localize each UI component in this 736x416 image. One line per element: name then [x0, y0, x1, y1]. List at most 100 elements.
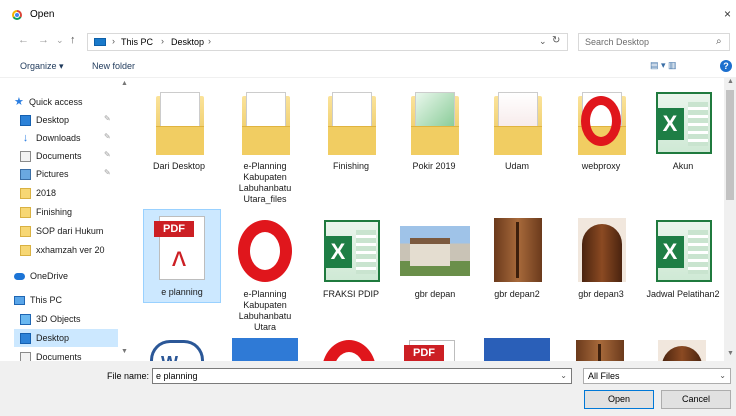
desktop-icon	[20, 114, 31, 126]
folder-icon	[20, 206, 31, 218]
nav-item-quick-access[interactable]: ★ Quick access	[14, 93, 118, 111]
file-item-gbr-depan[interactable]: gbr depan	[396, 212, 474, 300]
back-icon[interactable]: ←	[18, 34, 29, 46]
folder-icon	[328, 92, 376, 155]
nav-item-finishing[interactable]: Finishing	[20, 203, 118, 221]
pin-icon: ✎	[104, 168, 111, 177]
toolbar: Organize ▾ New folder ▤ ▾ ▥	[0, 56, 736, 78]
file-name-input[interactable]: e planning ⌄	[152, 368, 572, 384]
pictures-icon	[20, 168, 31, 180]
computer-icon	[14, 295, 25, 305]
file-item-jadwal-pelatihan2[interactable]: X Jadwal Pelatihan2	[644, 212, 722, 300]
cancel-button[interactable]: Cancel	[661, 390, 731, 409]
image-thumbnail	[578, 218, 626, 282]
nav-item-3d-objects[interactable]: 3D Objects	[20, 310, 118, 328]
new-folder-button[interactable]: New folder	[92, 61, 135, 71]
nav-item-this-pc[interactable]: This PC	[14, 291, 118, 309]
address-bar[interactable]: › This PC › Desktop › ⌄ ↻	[87, 33, 568, 51]
scroll-up-icon[interactable]: ▲	[727, 78, 734, 85]
file-list-scrollbar[interactable]: ▲ ▼	[724, 78, 736, 361]
file-item-udam[interactable]: Udam	[478, 84, 556, 172]
file-item-photo-4[interactable]	[562, 334, 640, 361]
help-icon[interactable]: ?	[720, 60, 732, 72]
excel-icon: X	[656, 92, 712, 154]
file-item-eplanning-opera[interactable]: e-Planning Kabupaten Labuhanbatu Utara	[226, 212, 304, 333]
opera-icon	[322, 340, 376, 361]
file-type-select[interactable]: All Files ⌄	[583, 368, 731, 384]
scroll-up-icon[interactable]: ▲	[121, 80, 128, 87]
nav-item-documents-pc[interactable]: Documents	[20, 348, 118, 361]
folder-icon	[20, 187, 31, 199]
address-row: ← → ⌄ ↑ › This PC › Desktop › ⌄ ↻ Search…	[0, 30, 736, 52]
open-button[interactable]: Open	[584, 390, 654, 409]
up-icon[interactable]: ↑	[70, 34, 76, 46]
nav-item-2018[interactable]: 2018	[20, 184, 118, 202]
search-icon[interactable]: ⌕	[716, 36, 722, 47]
nav-item-downloads[interactable]: ↓ Downloads ✎	[20, 129, 118, 147]
scroll-down-icon[interactable]: ▼	[727, 350, 734, 357]
file-item-opera-2[interactable]	[312, 334, 390, 361]
pin-icon: ✎	[104, 114, 111, 123]
file-item-pokir-2019[interactable]: Pokir 2019	[395, 84, 473, 172]
window-title: Open	[30, 9, 55, 20]
folder-icon	[242, 92, 290, 155]
file-item-photo-5[interactable]	[644, 334, 722, 361]
dialog-footer: File name: e planning ⌄ All Files ⌄ Open…	[0, 361, 736, 416]
star-icon: ★	[14, 95, 24, 108]
pin-icon: ✎	[104, 132, 111, 141]
file-item-pdf-2[interactable]: PDF	[395, 334, 473, 361]
chevron-down-icon[interactable]: ⌄	[539, 36, 547, 47]
image-thumbnail	[576, 340, 624, 361]
file-item-dari-desktop[interactable]: Dari Desktop	[140, 84, 218, 172]
file-item-e-planning[interactable]: PDF ᴧ e planning	[143, 209, 221, 303]
navigation-pane: ★ Quick access Desktop ✎ ↓ Downloads ✎ Docum…	[0, 78, 132, 361]
folder-icon	[20, 225, 31, 237]
breadcrumb-desktop[interactable]: Desktop	[171, 37, 204, 47]
image-thumbnail	[658, 340, 706, 361]
file-item-word[interactable]: W	[136, 334, 214, 361]
forward-icon[interactable]: →	[38, 34, 49, 46]
chevron-down-icon[interactable]: ⌄	[560, 369, 567, 383]
file-item-finishing[interactable]: Finishing	[312, 84, 390, 172]
refresh-icon[interactable]: ↻	[552, 35, 560, 46]
scrollbar-thumb[interactable]	[726, 90, 734, 200]
breadcrumb-this-pc[interactable]: This PC	[121, 37, 153, 47]
recent-locations-icon[interactable]: ⌄	[56, 35, 64, 46]
close-icon[interactable]: ×	[724, 7, 731, 21]
nav-scrollbar[interactable]: ▲ ▼	[118, 80, 130, 360]
file-item-gbr-depan2[interactable]: gbr depan2	[478, 212, 556, 300]
search-input[interactable]: Search Desktop ⌕	[578, 33, 730, 51]
pdf-icon: PDF	[404, 340, 455, 361]
folder-icon	[20, 244, 31, 256]
nav-item-xxhamzah[interactable]: xxhamzah ver 20	[20, 241, 118, 259]
organize-button[interactable]: Organize ▾	[20, 61, 64, 72]
title-bar: Open ×	[0, 0, 736, 30]
file-item-fraksi-pdip[interactable]: X FRAKSI PDIP	[312, 212, 390, 300]
chevron-down-icon[interactable]: ⌄	[719, 369, 726, 383]
file-item-akun[interactable]: X Akun	[644, 84, 722, 172]
nav-item-onedrive[interactable]: OneDrive	[14, 267, 118, 285]
breadcrumb-separator: ›	[161, 36, 164, 46]
file-item-webproxy[interactable]: webproxy	[562, 84, 640, 172]
nav-item-documents[interactable]: Documents ✎	[20, 147, 118, 165]
file-item-blue[interactable]	[226, 334, 304, 361]
nav-item-sop-dari-hukum[interactable]: SOP dari Hukum	[20, 222, 118, 240]
excel-folder-icon	[411, 92, 459, 155]
excel-icon: X	[324, 220, 380, 282]
file-item-blue-2[interactable]	[478, 334, 556, 361]
nav-item-pictures[interactable]: Pictures ✎	[20, 165, 118, 183]
file-item-gbr-depan3[interactable]: gbr depan3	[562, 212, 640, 300]
breadcrumb-separator: ›	[112, 36, 115, 46]
pdf-folder-icon	[494, 92, 542, 155]
file-name-value: e planning	[156, 371, 198, 381]
excel-icon: X	[656, 220, 712, 282]
nav-item-desktop-pc[interactable]: Desktop	[14, 329, 118, 347]
nav-item-desktop[interactable]: Desktop ✎	[20, 111, 118, 129]
search-placeholder: Search Desktop	[585, 37, 650, 47]
folder-icon	[156, 92, 204, 155]
file-name-label: File name:	[107, 371, 150, 381]
image-thumbnail	[494, 218, 542, 282]
view-options-icon[interactable]: ▤ ▾ ▥	[650, 60, 677, 71]
scroll-down-icon[interactable]: ▼	[121, 348, 128, 355]
file-item-eplanning-files[interactable]: e-Planning Kabupaten Labuhanbatu Utara_f…	[226, 84, 304, 205]
